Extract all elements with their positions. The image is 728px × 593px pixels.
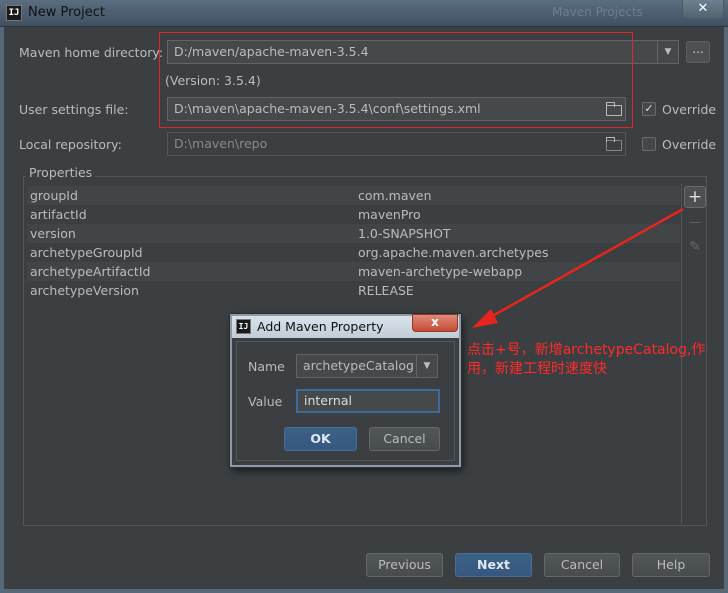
chevron-down-icon[interactable]: ▼	[416, 354, 438, 378]
previous-button[interactable]: Previous	[366, 553, 443, 577]
name-label: Name	[248, 359, 285, 374]
dialog-close-button[interactable]: x	[412, 314, 458, 332]
ok-button[interactable]: OK	[284, 427, 357, 451]
help-button[interactable]: Help	[632, 553, 710, 577]
annotation-text: 点击+号，新增archetypeCatalog,作用，新建工程时速度快	[467, 342, 706, 377]
dialog-title: Add Maven Property	[257, 319, 384, 334]
next-button[interactable]: Next	[455, 553, 532, 577]
property-value-input[interactable]: internal	[296, 389, 440, 413]
value-label: Value	[248, 394, 283, 409]
dialog-cancel-button[interactable]: Cancel	[369, 427, 440, 451]
annotation-arrow	[472, 207, 684, 328]
intellij-app-icon: IJ	[236, 319, 251, 334]
add-maven-property-dialog: IJ Add Maven Property x Name archetypeCa…	[230, 314, 461, 467]
cancel-button[interactable]: Cancel	[544, 553, 620, 577]
dialog-titlebar: IJ Add Maven Property x	[232, 314, 459, 338]
property-name-combobox[interactable]: archetypeCatalog	[296, 354, 417, 378]
